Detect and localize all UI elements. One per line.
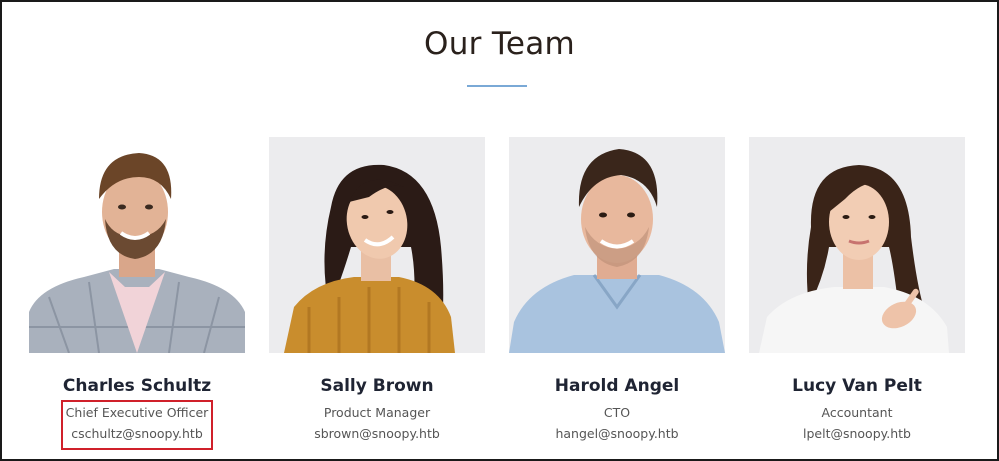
member-name: Charles Schultz xyxy=(62,376,212,396)
team-card-sally: Sally Brown Product Manager sbrown@snoop… xyxy=(269,2,485,459)
member-role: Product Manager xyxy=(323,405,431,420)
member-email[interactable]: hangel@snoopy.htb xyxy=(489,426,745,441)
team-card-charles: Charles Schultz Chief Executive Officer … xyxy=(29,2,245,459)
member-photo xyxy=(509,137,725,353)
team-section: Our Team Charles Schultz Chief Executive… xyxy=(0,0,999,461)
member-photo xyxy=(269,137,485,353)
member-role: CTO xyxy=(603,405,631,420)
team-card-lucy: Lucy Van Pelt Accountant lpelt@snoopy.ht… xyxy=(749,2,965,459)
member-name: Harold Angel xyxy=(554,376,680,396)
highlight-annotation-box xyxy=(61,400,213,450)
member-name: Sally Brown xyxy=(320,376,434,396)
member-role: Accountant xyxy=(821,405,893,420)
member-email[interactable]: sbrown@snoopy.htb xyxy=(249,426,505,441)
team-card-harold: Harold Angel CTO hangel@snoopy.htb xyxy=(509,2,725,459)
member-photo xyxy=(29,137,245,353)
member-name: Lucy Van Pelt xyxy=(792,376,922,396)
member-photo xyxy=(749,137,965,353)
member-email[interactable]: lpelt@snoopy.htb xyxy=(729,426,985,441)
